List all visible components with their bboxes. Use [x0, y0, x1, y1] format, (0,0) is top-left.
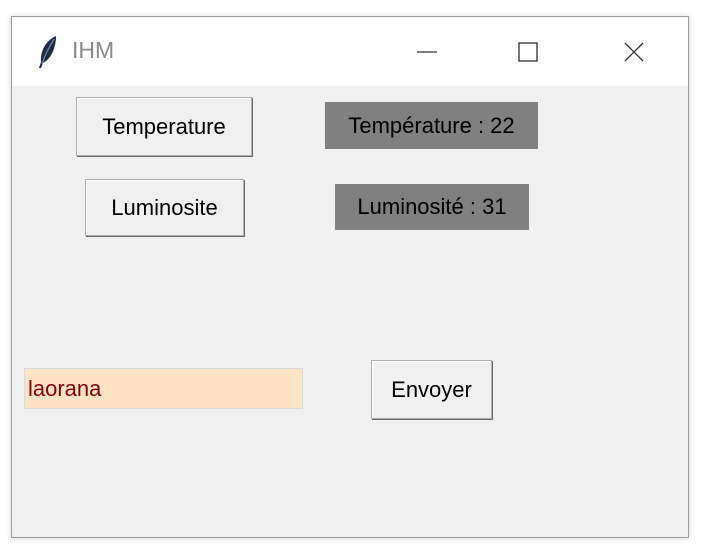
close-button[interactable] — [584, 17, 684, 86]
minimize-icon — [416, 41, 438, 63]
temperature-label: Température : 22 — [325, 102, 538, 149]
minimize-button[interactable] — [377, 17, 477, 86]
luminosite-button[interactable]: Luminosite — [85, 179, 244, 236]
maximize-icon — [517, 41, 539, 63]
window-title: IHM — [72, 37, 115, 63]
feather-icon — [36, 35, 60, 69]
title-bar[interactable]: IHM — [12, 17, 688, 86]
app-window: IHM Temperature Température : 22 Luminos… — [11, 16, 689, 538]
maximize-button[interactable] — [478, 17, 578, 86]
luminosite-label: Luminosité : 31 — [335, 184, 529, 230]
close-icon — [623, 41, 645, 63]
text-entry[interactable]: laorana — [24, 368, 303, 409]
client-area: Temperature Température : 22 Luminosite … — [12, 86, 688, 537]
envoyer-button[interactable]: Envoyer — [371, 360, 492, 419]
temperature-button[interactable]: Temperature — [76, 97, 252, 156]
